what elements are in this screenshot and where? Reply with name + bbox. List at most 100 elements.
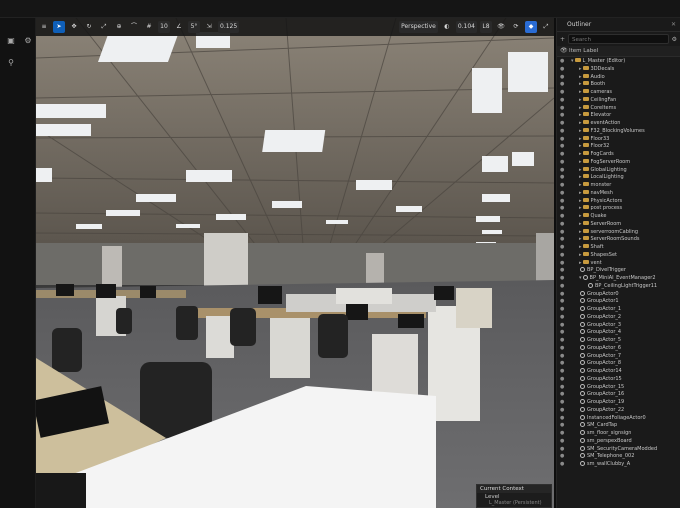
- visibility-toggle-icon[interactable]: ●: [560, 198, 564, 206]
- scale-icon[interactable]: ⤢: [98, 21, 110, 33]
- visibility-toggle-icon[interactable]: ●: [560, 453, 564, 461]
- visibility-toggle-icon[interactable]: ●: [560, 58, 564, 66]
- outliner-folder-row[interactable]: ● ▸ 3DDecals: [557, 65, 680, 74]
- outliner-folder-row[interactable]: ● ▸ post process: [557, 205, 680, 213]
- outliner-folder-row[interactable]: ● ▸ GlobalLighting: [557, 166, 680, 175]
- visibility-toggle-icon[interactable]: ●: [560, 337, 564, 345]
- visibility-toggle-icon[interactable]: ●: [560, 236, 564, 244]
- collapse-arrow-icon[interactable]: ▸: [579, 167, 582, 173]
- outliner-actor-row[interactable]: ● BP_CeilingLightTrigger11: [557, 282, 680, 291]
- expand-arrow-icon[interactable]: ▾: [571, 58, 574, 64]
- visibility-toggle-icon[interactable]: ●: [560, 205, 564, 213]
- collapse-arrow-icon[interactable]: ▸: [579, 244, 582, 250]
- expand-arrow-icon[interactable]: ▾: [579, 275, 582, 281]
- visibility-toggle-icon[interactable]: ●: [560, 306, 564, 314]
- outliner-folder-row[interactable]: ● ▸ Floor33: [557, 135, 680, 144]
- visibility-toggle-icon[interactable]: ●: [560, 345, 564, 353]
- collapse-arrow-icon[interactable]: ▸: [579, 236, 582, 242]
- collapse-arrow-icon[interactable]: ▸: [579, 74, 582, 80]
- viewport-options-icon[interactable]: ≡: [38, 21, 50, 33]
- visibility-toggle-icon[interactable]: ●: [560, 384, 564, 392]
- realtime-icon[interactable]: ⟳: [510, 21, 522, 33]
- filter-icon[interactable]: ⚲: [5, 58, 17, 68]
- collapse-arrow-icon[interactable]: ▸: [579, 205, 582, 211]
- grid-snap-icon[interactable]: #: [143, 21, 155, 33]
- collapse-arrow-icon[interactable]: ▸: [579, 159, 582, 165]
- outliner-folder-row[interactable]: ● ▸ cameras: [557, 89, 680, 97]
- visibility-toggle-icon[interactable]: ●: [560, 430, 564, 438]
- collapse-arrow-icon[interactable]: ▸: [579, 213, 582, 219]
- visibility-toggle-icon[interactable]: ●: [560, 314, 564, 322]
- outliner-actor-row[interactable]: ● GroupActor_5: [557, 337, 680, 345]
- outliner-search-input[interactable]: Search: [568, 34, 669, 44]
- scale-snap-value[interactable]: 0.125: [218, 21, 240, 33]
- visibility-toggle-icon[interactable]: ●: [560, 461, 564, 469]
- outliner-folder-row[interactable]: ● ▸ Elevator: [557, 112, 680, 120]
- outliner-folder-row[interactable]: ● ▸ CeilingFan: [557, 96, 680, 105]
- outliner-actor-row[interactable]: ● GroupActor_4: [557, 329, 680, 337]
- visibility-toggle-icon[interactable]: ●: [560, 213, 564, 221]
- visibility-toggle-icon[interactable]: ●: [560, 105, 564, 113]
- collapse-arrow-icon[interactable]: ▸: [579, 151, 582, 157]
- outliner-actor-row[interactable]: ● GroupActor15: [557, 375, 680, 384]
- outliner-actor-row[interactable]: ● GroupActor1: [557, 298, 680, 306]
- outliner-actor-row[interactable]: ● BP_DiveITrigger: [557, 267, 680, 275]
- visibility-toggle-icon[interactable]: ●: [560, 143, 564, 151]
- outliner-folder-row[interactable]: ● ▸ F32_BlockingVolumes: [557, 127, 680, 136]
- visibility-toggle-icon[interactable]: ●: [560, 221, 564, 229]
- visibility-toggle-icon[interactable]: ●: [560, 407, 564, 415]
- visibility-toggle-icon[interactable]: ●: [560, 190, 564, 198]
- outliner-folder-row[interactable]: ● ▸ FogCards: [557, 151, 680, 159]
- visibility-toggle-icon[interactable]: ●: [560, 159, 564, 167]
- visibility-toggle-icon[interactable]: ●: [560, 97, 564, 105]
- outliner-actor-row[interactable]: ● ▾ BP_MiniAI_EventManager2: [557, 275, 680, 283]
- collapse-arrow-icon[interactable]: ▸: [579, 66, 582, 72]
- surface-snap-icon[interactable]: ⌒: [128, 21, 140, 33]
- grid-snap-value[interactable]: 10: [158, 21, 170, 33]
- outliner-folder-row[interactable]: ● ▸ ServerRoom: [557, 220, 680, 229]
- visibility-toggle-icon[interactable]: ●: [560, 81, 564, 89]
- outliner-actor-row[interactable]: ● GroupActor_19: [557, 399, 680, 407]
- visibility-toggle-icon[interactable]: ●: [560, 112, 564, 120]
- select-mode-icon[interactable]: ➤: [53, 21, 65, 33]
- lighting-mode-dropdown[interactable]: L8: [480, 21, 492, 33]
- maximize-icon[interactable]: ⤢: [540, 21, 552, 33]
- camera-speed-value[interactable]: 0.104: [455, 21, 477, 33]
- outliner-folder-row[interactable]: ● ▸ vent: [557, 259, 680, 268]
- rotate-icon[interactable]: ↻: [83, 21, 95, 33]
- outliner-tab[interactable]: Outliner ✕: [557, 18, 680, 32]
- visibility-toggle-icon[interactable]: ●: [560, 291, 564, 299]
- visibility-toggle-icon[interactable]: ●: [560, 229, 564, 237]
- close-icon[interactable]: ✕: [671, 21, 676, 31]
- outliner-folder-row[interactable]: ● ▸ navMesh: [557, 189, 680, 198]
- rotation-snap-icon[interactable]: ∠: [173, 21, 185, 33]
- visibility-toggle-icon[interactable]: ●: [560, 322, 564, 330]
- add-icon[interactable]: +: [560, 36, 565, 43]
- visibility-toggle-icon[interactable]: ●: [560, 415, 564, 423]
- outliner-column-header[interactable]: 👁 Item Label: [557, 46, 680, 57]
- visibility-toggle-icon[interactable]: ●: [560, 74, 564, 82]
- visibility-toggle-icon[interactable]: ●: [560, 260, 564, 268]
- collapse-arrow-icon[interactable]: ▸: [579, 105, 582, 111]
- visibility-toggle-icon[interactable]: ●: [560, 128, 564, 136]
- outliner-actor-row[interactable]: ● GroupActor14: [557, 368, 680, 376]
- outliner-folder-row[interactable]: ● ▸ ServerRoomSounds: [557, 236, 680, 244]
- outliner-folder-row[interactable]: ● ▸ Quake: [557, 213, 680, 221]
- perspective-dropdown[interactable]: Perspective: [399, 21, 438, 33]
- outliner-folder-row[interactable]: ● ▸ serverroomCabling: [557, 228, 680, 237]
- visibility-toggle-icon[interactable]: ●: [560, 136, 564, 144]
- outliner-folder-row[interactable]: ● ▸ Floor32: [557, 143, 680, 151]
- game-view-icon[interactable]: ◆: [525, 21, 537, 33]
- collapse-arrow-icon[interactable]: ▸: [579, 260, 582, 266]
- collapse-arrow-icon[interactable]: ▸: [579, 120, 582, 126]
- outliner-actor-row[interactable]: ● GroupActor_8: [557, 360, 680, 368]
- filter-settings-icon[interactable]: ⚙: [672, 36, 677, 43]
- outliner-folder-row[interactable]: ● ▸ Shaft: [557, 244, 680, 252]
- visibility-toggle-icon[interactable]: ●: [560, 329, 564, 337]
- visibility-toggle-icon[interactable]: ●: [560, 391, 564, 399]
- level-viewport[interactable]: [36, 18, 554, 508]
- visibility-toggle-icon[interactable]: ●: [560, 174, 564, 182]
- rotation-snap-value[interactable]: 5°: [188, 21, 200, 33]
- visibility-toggle-icon[interactable]: ●: [560, 167, 564, 175]
- outliner-actor-row[interactable]: ● GroupActor_15: [557, 383, 680, 392]
